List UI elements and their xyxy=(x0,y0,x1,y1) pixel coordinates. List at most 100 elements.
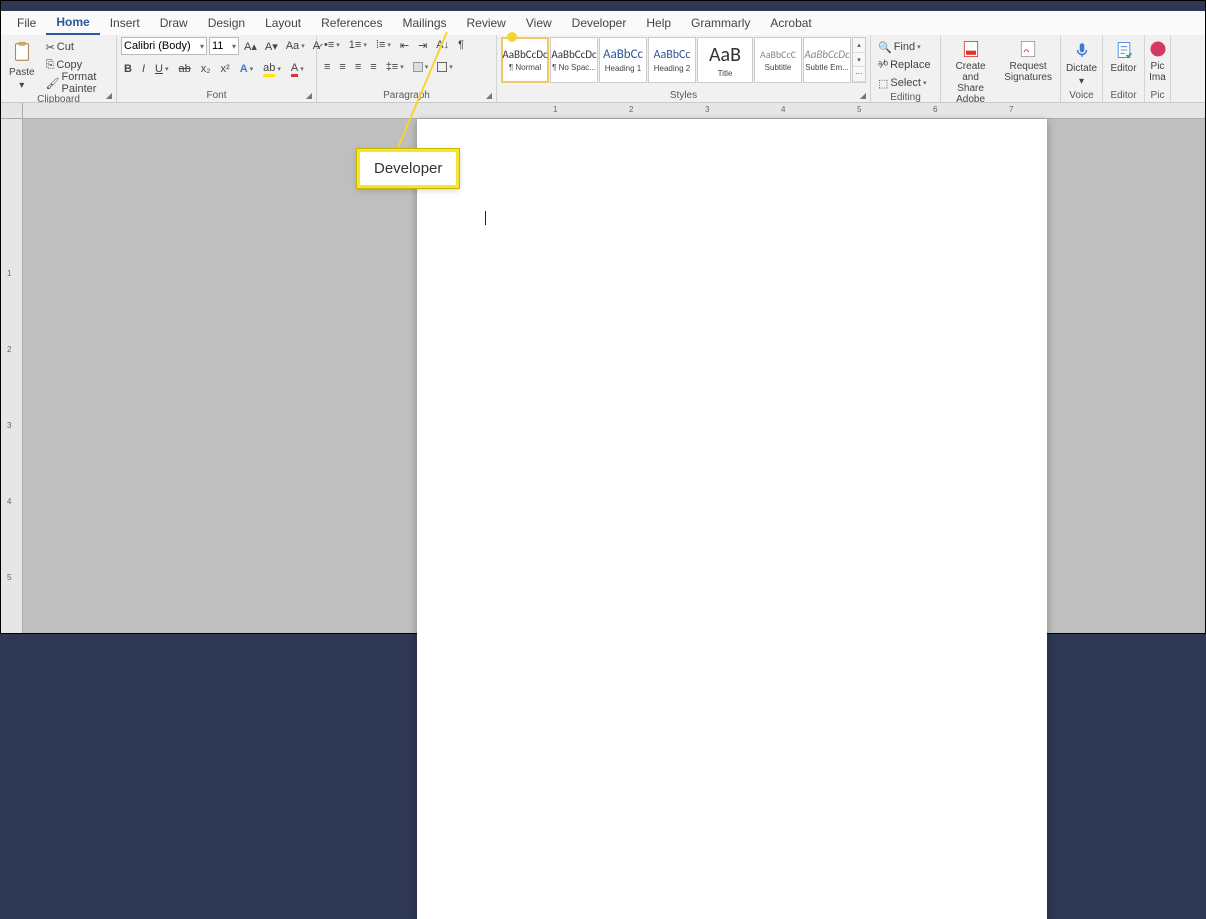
styles-dialog-launcher[interactable]: ◢ xyxy=(858,91,868,101)
paragraph-dialog-launcher[interactable]: ◢ xyxy=(484,91,494,101)
document-workspace: 1 2 3 4 5 6 7 1 2 3 4 5 6 xyxy=(1,103,1205,633)
change-case-button[interactable]: Aa▾ xyxy=(283,38,308,54)
group-label-voice: Voice xyxy=(1069,89,1093,101)
ruler-vertical[interactable]: 1 2 3 4 5 6 xyxy=(1,119,23,633)
tab-review[interactable]: Review xyxy=(457,12,516,34)
clipboard-dialog-launcher[interactable]: ◢ xyxy=(104,91,114,101)
align-left-button[interactable]: ≡ xyxy=(321,59,333,75)
highlight-button[interactable]: ab▾ xyxy=(260,61,284,77)
style-title[interactable]: AaB Title xyxy=(697,37,753,83)
font-color-icon: A xyxy=(291,62,298,77)
subscript-button[interactable]: x₂ xyxy=(198,61,214,77)
tab-insert[interactable]: Insert xyxy=(100,12,150,34)
numbering-icon: 1≡ xyxy=(349,39,362,51)
font-color-button[interactable]: A▾ xyxy=(288,61,307,77)
strikethrough-button[interactable]: ab xyxy=(175,61,193,77)
style-heading2[interactable]: AaBbCcHeading 2 xyxy=(648,37,696,83)
ruler-horizontal[interactable]: 1 2 3 4 5 6 7 xyxy=(23,103,1205,119)
paste-icon xyxy=(11,39,33,65)
shrink-font-button[interactable]: A▾ xyxy=(262,38,281,54)
editor-button[interactable]: Editor xyxy=(1106,37,1140,76)
italic-button[interactable]: I xyxy=(139,61,148,77)
ruler-mark: 1 xyxy=(553,105,557,114)
text-effects-icon: A xyxy=(240,63,248,75)
tab-developer[interactable]: Developer xyxy=(562,12,637,34)
style-normal[interactable]: AaBbCcDc¶ Normal xyxy=(501,37,549,83)
increase-indent-button[interactable]: ⇥ xyxy=(415,37,430,53)
text-effects-button[interactable]: A▾ xyxy=(237,61,256,77)
select-label: Select xyxy=(890,77,921,89)
multilevel-icon: ⁞≡ xyxy=(376,39,385,51)
chevron-down-icon: ▾ xyxy=(232,42,236,51)
font-name-select[interactable]: Calibri (Body)▾ xyxy=(121,37,207,55)
borders-button[interactable]: ▾ xyxy=(434,59,456,75)
request-signatures-button[interactable]: Request Signatures xyxy=(1000,37,1056,85)
bold-button[interactable]: B xyxy=(121,61,135,77)
underline-button[interactable]: U▾ xyxy=(152,61,171,77)
decrease-indent-button[interactable]: ⇤ xyxy=(397,37,412,53)
font-size-select[interactable]: 11 ▾ xyxy=(209,37,239,55)
tab-mailings[interactable]: Mailings xyxy=(392,12,456,34)
replace-icon: ᵃ⁄ᵇ xyxy=(878,59,888,71)
find-button[interactable]: 🔍Find▾ xyxy=(875,39,924,55)
tab-help[interactable]: Help xyxy=(636,12,681,34)
superscript-button[interactable]: x² xyxy=(218,61,233,77)
borders-icon xyxy=(437,62,447,72)
group-label-editing: Editing xyxy=(890,91,921,103)
tab-view[interactable]: View xyxy=(516,12,562,34)
tab-acrobat[interactable]: Acrobat xyxy=(760,12,821,34)
picture-label: Pic Ima xyxy=(1149,61,1166,83)
pilcrow-icon: ¶ xyxy=(458,39,464,51)
ruler-mark: 3 xyxy=(7,421,11,430)
group-label-picture: Pic xyxy=(1151,89,1165,101)
tab-references[interactable]: References xyxy=(311,12,392,34)
style-preview: AaBbCc xyxy=(603,47,643,62)
search-icon: 🔍 xyxy=(878,41,892,54)
numbering-button[interactable]: 1≡▾ xyxy=(346,37,370,53)
bullets-button[interactable]: •≡▾ xyxy=(321,37,343,53)
paste-button[interactable]: Paste ▾ xyxy=(5,37,39,93)
format-painter-button[interactable]: 🖌Format Painter xyxy=(43,75,112,91)
style-subtle-emphasis[interactable]: AaBbCcDcSubtle Em... xyxy=(803,37,851,83)
styles-more-button[interactable]: ▴▾⋯ xyxy=(852,37,866,83)
style-subtitle[interactable]: AaBbCcCSubtitle xyxy=(754,37,802,83)
dictate-label: Dictate xyxy=(1066,63,1097,74)
align-center-button[interactable]: ≡ xyxy=(336,59,348,75)
styles-gallery: AaBbCcDc¶ Normal AaBbCcDc¶ No Spac... Aa… xyxy=(501,37,866,83)
style-preview: AaBbCcC xyxy=(760,48,796,61)
chevron-down-icon: ▾ xyxy=(400,63,404,71)
grow-font-button[interactable]: A▴ xyxy=(241,38,260,54)
increase-indent-icon: ⇥ xyxy=(418,39,427,52)
line-spacing-button[interactable]: ‡≡▾ xyxy=(383,59,407,75)
tab-file[interactable]: File xyxy=(7,12,46,34)
underline-icon: U xyxy=(155,63,163,75)
font-dialog-launcher[interactable]: ◢ xyxy=(304,91,314,101)
show-marks-button[interactable]: ¶ xyxy=(455,37,467,53)
dictate-button[interactable]: Dictate ▾ xyxy=(1062,37,1101,89)
style-heading1[interactable]: AaBbCcHeading 1 xyxy=(599,37,647,83)
align-right-button[interactable]: ≡ xyxy=(352,59,364,75)
justify-button[interactable]: ≡ xyxy=(367,59,379,75)
multilevel-list-button[interactable]: ⁞≡▾ xyxy=(373,37,394,53)
tab-grammarly[interactable]: Grammarly xyxy=(681,12,760,34)
format-painter-label: Format Painter xyxy=(62,71,109,95)
pdf-icon xyxy=(961,39,981,59)
group-voice: Dictate ▾ Voice xyxy=(1061,35,1103,102)
replace-button[interactable]: ᵃ⁄ᵇReplace xyxy=(875,57,933,73)
cut-button[interactable]: ✂Cut xyxy=(43,39,112,55)
tab-design[interactable]: Design xyxy=(198,12,255,34)
document-page[interactable] xyxy=(417,119,1047,919)
font-size-value: 11 xyxy=(212,40,223,52)
tab-home[interactable]: Home xyxy=(46,11,99,35)
tab-layout[interactable]: Layout xyxy=(255,12,311,34)
picture-button[interactable]: Pic Ima xyxy=(1145,37,1171,85)
style-preview: AaB xyxy=(709,43,741,67)
style-name: Title xyxy=(718,69,733,78)
style-no-spacing[interactable]: AaBbCcDc¶ No Spac... xyxy=(550,37,598,83)
highlight-icon: ab xyxy=(263,62,275,77)
style-preview: AaBbCcDc xyxy=(502,48,547,61)
chevron-down-icon: ▾ xyxy=(425,63,429,71)
copy-label: Copy xyxy=(56,59,82,71)
select-button[interactable]: ⬚Select▾ xyxy=(875,75,930,91)
tab-draw[interactable]: Draw xyxy=(150,12,198,34)
